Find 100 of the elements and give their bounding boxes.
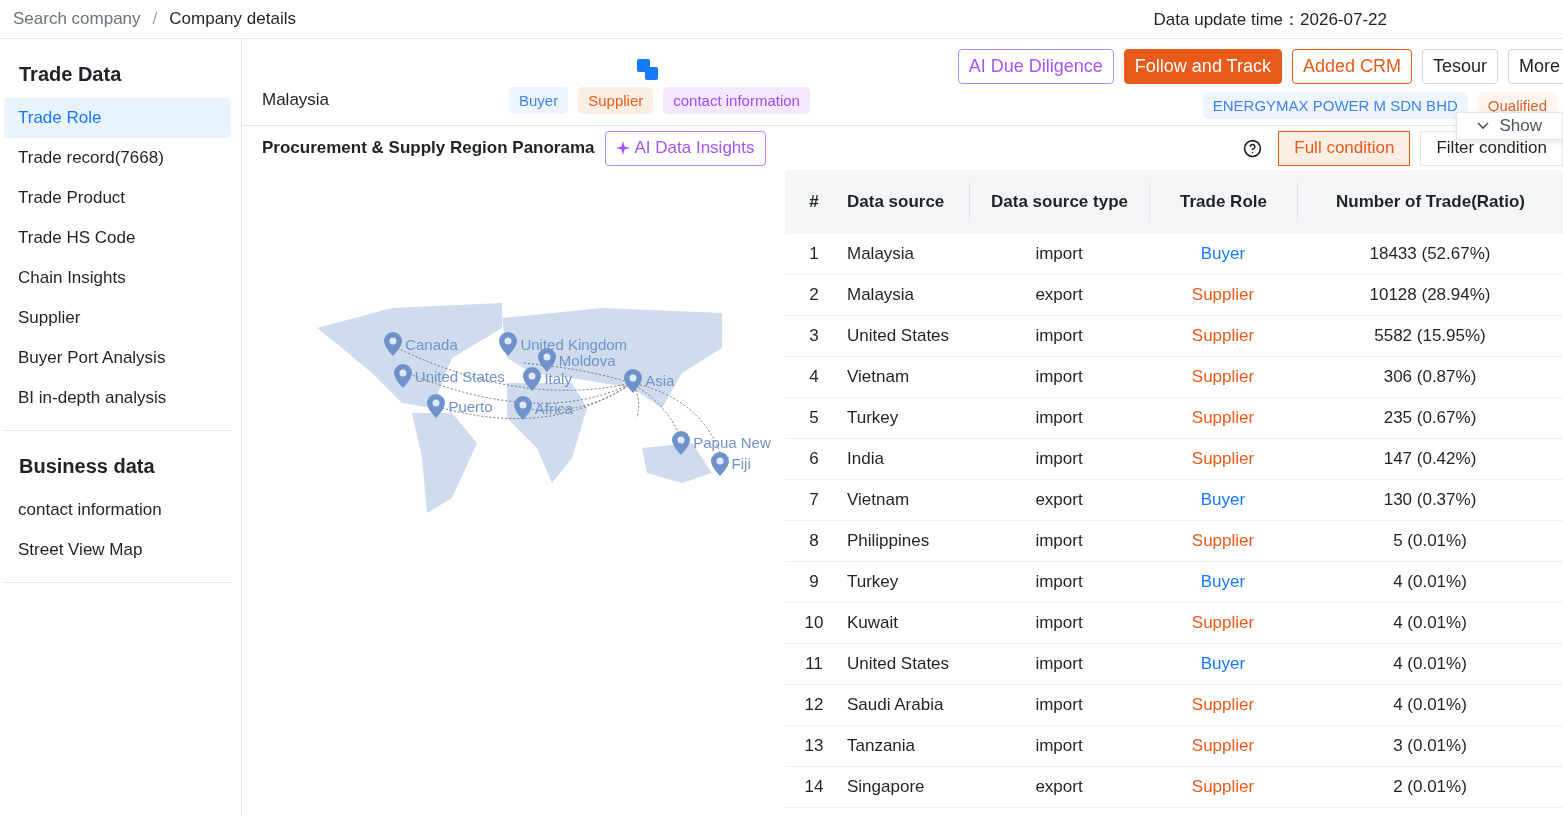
column-header: # [808,191,820,213]
sidebar-item[interactable]: Trade HS Code [4,218,231,258]
map-label: United States [414,367,505,385]
sidebar-item[interactable]: Trade record(7668) [4,138,231,178]
table-cell-text: Supplier [1190,736,1256,756]
table-cell-text: 130 (0.37%) [1382,490,1478,510]
sidebar-item[interactable]: Street View Map [4,530,231,570]
table-cell-text: export [1034,490,1084,510]
table-cell-text: 3 (0.01%) [1392,736,1468,756]
table-cell-text: import [1034,654,1084,674]
sidebar-heading: Business data [18,454,156,479]
table-cell-text: 6 [808,449,820,469]
update-time: Data update time：2026-07-22 [1153,8,1387,31]
table-cell-text: import [1034,531,1084,551]
map-label: Puerto [448,397,493,415]
sidebar-item[interactable]: Buyer Port Analysis [4,338,231,378]
table-cell-text: Supplier [1190,695,1256,715]
help-icon[interactable] [1243,138,1263,158]
chevron-down-icon [1477,122,1490,130]
table-cell-text: import [1034,572,1084,592]
table-cell-text: 1 [808,244,820,264]
table-cell-text: 5 (0.01%) [1392,531,1468,551]
sidebar-item[interactable]: Supplier [4,298,231,338]
sidebar-item[interactable]: Trade Product [4,178,231,218]
map-label: Italy [544,370,572,387]
table-cell-text: Vietnam [846,490,911,510]
table-cell-text: United States [846,326,951,346]
action-button[interactable]: More [1508,49,1563,84]
table-cell-text: Buyer [1199,572,1247,592]
table-cell-text: import [1034,408,1084,428]
table-cell-text: 2 (0.01%) [1392,777,1468,797]
table-cell-text: 10128 (28.94%) [1368,285,1492,305]
table-cell-text: import [1034,613,1084,633]
table-cell-text: Tanzania [846,736,917,756]
table-cell-text: 4 (0.01%) [1392,613,1468,633]
map-pin-icon [623,368,644,393]
map-pin-icon [671,430,692,455]
table-cell-text: 2 [808,285,820,305]
table-cell-text: Buyer [1199,654,1247,674]
table-cell-text: import [1034,326,1084,346]
map-pin-icon [522,366,543,391]
sidebar-item[interactable]: contact information [4,490,231,530]
show-dropdown[interactable]: Show [1456,112,1563,140]
action-button[interactable]: Tesour [1421,49,1498,84]
map-label: Papua New [693,434,771,452]
table-cell-text: export [1034,777,1084,797]
table-cell-text: 5 [808,408,820,428]
table-cell-text: Kuwait [846,613,900,633]
table-cell-text: Malaysia [846,244,916,264]
table-cell-text: 5582 (15.95%) [1373,326,1487,346]
sidebar-item[interactable]: Trade Role [4,98,231,138]
copy-icon[interactable] [637,58,659,81]
sidebar-heading: Trade Data [18,62,123,87]
table-cell-text: Buyer [1199,244,1247,264]
table-cell-text: import [1034,695,1084,715]
table-cell-text: Supplier [1190,285,1256,305]
table-cell-text: Malaysia [846,285,916,305]
table-cell-text: Philippines [846,531,931,551]
map-pin-icon [512,396,533,421]
table-cell-text: Supplier [1190,367,1256,387]
table-cell-text: India [846,449,885,469]
table-cell-text: 235 (0.67%) [1382,408,1478,428]
map-pin-icon [709,451,730,476]
action-button[interactable]: Follow and Track [1123,49,1282,84]
ai-insights-button[interactable]: AI Data Insights [604,130,766,166]
company-country: Malaysia [262,90,331,110]
table-cell-text: Singapore [846,777,926,797]
map-pin-icon [392,364,413,389]
table-cell-text: import [1034,449,1084,469]
table-cell-text: 10 [803,613,825,633]
column-header: Data source type [969,182,1149,222]
table-cell-text: Supplier [1190,449,1256,469]
table-cell-text: Turkey [846,572,900,592]
action-button[interactable]: AI Due Diligence [957,49,1114,84]
company-tag: contact information [663,86,810,114]
table-cell-text: 4 [808,367,820,387]
sidebar-item[interactable]: Chain Insights [4,258,231,298]
map-label: United Kingdom [520,335,628,353]
sidebar-item[interactable]: BI in-depth analysis [4,378,231,418]
map-label: Africa [534,399,574,417]
table-cell-text: Supplier [1190,408,1256,428]
table-cell-text: 18433 (52.67%) [1368,244,1492,264]
map-label: Canada [405,335,458,353]
table-cell-text: Vietnam [846,367,911,387]
map-pin-icon [536,348,557,373]
breadcrumb-item[interactable]: Search company [13,9,141,29]
table-cell-text: 306 (0.87%) [1382,367,1478,387]
table-cell-text: Supplier [1190,777,1256,797]
table-cell-text: 11 [804,654,824,674]
map-pin-icon [426,394,447,419]
table-cell-text: 9 [808,572,820,592]
table-cell-text: import [1034,244,1084,264]
table-cell-text: import [1034,736,1084,756]
table-cell-text: 12 [803,695,825,715]
company-tag: Supplier [578,86,654,114]
action-button[interactable]: Added CRM [1291,49,1412,84]
table-cell-text: Supplier [1190,531,1256,551]
table-cell-text: Supplier [1190,613,1256,633]
table-cell-text: 13 [803,736,825,756]
table-cell-text: 3 [808,326,820,346]
